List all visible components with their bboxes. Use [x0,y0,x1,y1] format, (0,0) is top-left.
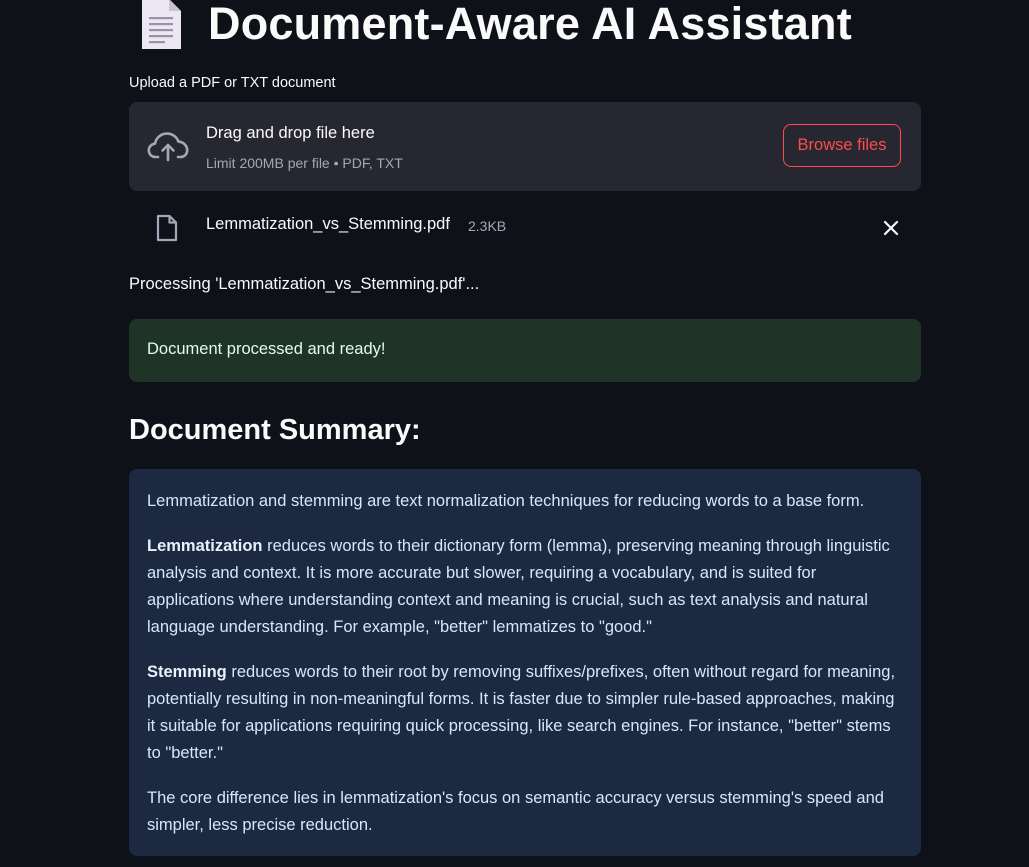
uploaded-file-size: 2.3KB [468,218,507,234]
dropzone-limit: Limit 200MB per file • PDF, TXT [206,155,403,171]
document-icon [142,0,181,49]
summary-stemming: Stemming reduces words to their root by … [147,659,903,767]
summary-intro: Lemmatization and stemming are text norm… [147,492,865,510]
processing-status: Processing 'Lemmatization_vs_Stemming.pd… [129,275,480,293]
stemming-term: Stemming [147,663,227,681]
close-icon[interactable] [881,218,901,238]
browse-files-button[interactable]: Browse files [783,124,901,167]
lemmatization-term: Lemmatization [147,537,263,555]
summary-heading: Document Summary: [129,414,421,446]
file-dropzone[interactable]: Drag and drop file here Limit 200MB per … [129,102,921,191]
success-message: Document processed and ready! [147,340,386,358]
summary-info-box: Lemmatization and stemming are text norm… [129,469,921,856]
dropzone-title: Drag and drop file here [206,124,375,142]
summary-conclusion: The core difference lies in lemmatizatio… [147,789,884,834]
success-alert: Document processed and ready! [129,319,921,382]
app-page: Document-Aware AI Assistant Upload a PDF… [0,0,1029,867]
upload-label: Upload a PDF or TXT document [129,75,336,91]
cloud-upload-icon [147,132,189,162]
page-title: Document-Aware AI Assistant [208,0,852,49]
stemming-text: reduces words to their root by removing … [147,663,896,762]
file-icon [156,214,178,242]
summary-lemmatization: Lemmatization reduces words to their dic… [147,533,903,641]
title-row: Document-Aware AI Assistant [138,0,852,56]
uploaded-file-name: Lemmatization_vs_Stemming.pdf [206,215,450,233]
uploaded-file-row: Lemmatization_vs_Stemming.pdf 2.3KB [129,206,921,246]
